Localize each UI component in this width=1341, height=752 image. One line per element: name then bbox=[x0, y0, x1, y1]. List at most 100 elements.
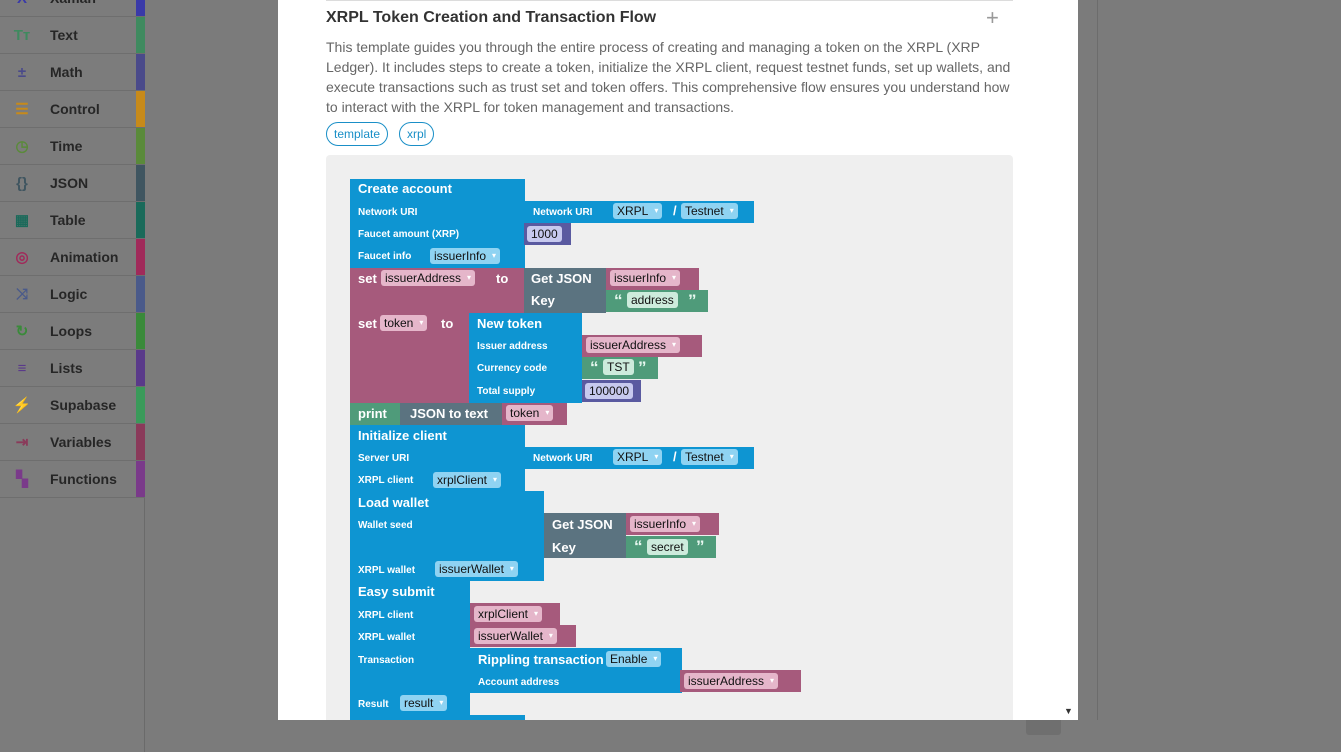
server-network-uri-label: Network URI bbox=[533, 453, 593, 464]
total-supply-value[interactable]: 100000 bbox=[585, 383, 634, 399]
sidebar-item-xaman[interactable]: X Xaman bbox=[0, 0, 145, 17]
chevron-down-icon: ▾ bbox=[419, 318, 424, 327]
block-preview-canvas: Create account Network URI Faucet amount… bbox=[326, 155, 1013, 720]
network-dropdown[interactable]: XRPL ▾ bbox=[613, 203, 663, 219]
sidebar-item-logic[interactable]: ⤨ Logic bbox=[0, 276, 145, 313]
issuer-address-get-dropdown[interactable]: issuerAddress ▾ bbox=[586, 337, 681, 353]
result-label: Result bbox=[358, 699, 389, 710]
server-network-slash: / bbox=[673, 449, 677, 464]
easy-submit-label: Easy submit bbox=[358, 584, 435, 599]
rippling-enable-dropdown[interactable]: Enable ▾ bbox=[606, 651, 662, 667]
sidebar-item-label: Math bbox=[50, 64, 83, 80]
next-block-partial[interactable] bbox=[350, 715, 525, 720]
xrpl-wallet-label: XRPL wallet bbox=[358, 565, 416, 576]
network-uri-inner-label: Network URI bbox=[533, 207, 593, 218]
account-address-dropdown[interactable]: issuerAddress ▾ bbox=[684, 673, 779, 689]
tag-xrpl[interactable]: xrpl bbox=[399, 122, 435, 146]
faucet-info-variable-value: issuerInfo bbox=[434, 249, 487, 263]
scroll-down-arrow-icon[interactable]: ▼ bbox=[1064, 706, 1073, 716]
tag-template[interactable]: template bbox=[326, 122, 389, 146]
sidebar-item-math[interactable]: ± Math bbox=[0, 54, 145, 91]
sidebar-item-time[interactable]: ◷ Time bbox=[0, 128, 145, 165]
net-type-dropdown[interactable]: Testnet ▾ bbox=[681, 203, 738, 219]
issuer-info-variable-dropdown[interactable]: issuerInfo ▾ bbox=[610, 270, 681, 286]
sidebar-item-table[interactable]: ▦ Table bbox=[0, 202, 145, 239]
token-get-value: token bbox=[510, 406, 540, 420]
chevron-down-icon: ▾ bbox=[672, 340, 677, 349]
tst-string-value[interactable]: TST bbox=[603, 359, 634, 375]
sidebar-item-control[interactable]: ☰ Control bbox=[0, 91, 145, 128]
math-icon: ± bbox=[17, 63, 27, 81]
set-token-label: set bbox=[358, 316, 377, 331]
issuer-address-param-label: Issuer address bbox=[477, 341, 548, 352]
category-color-strip bbox=[136, 276, 145, 312]
token-get-dropdown[interactable]: token ▾ bbox=[506, 405, 554, 421]
xrpl-client-variable-dropdown[interactable]: xrplClient ▾ bbox=[433, 472, 502, 488]
faucet-info-variable-dropdown[interactable]: issuerInfo ▾ bbox=[430, 248, 501, 264]
server-uri-label: Server URI bbox=[358, 453, 410, 464]
set-label: set bbox=[358, 271, 377, 286]
supabase-bolt-icon: ⚡ bbox=[12, 397, 32, 414]
category-color-strip bbox=[136, 91, 145, 127]
server-net-type-value: Testnet bbox=[685, 450, 724, 464]
sidebar-item-animation[interactable]: ◎ Animation bbox=[0, 239, 145, 276]
issuer-address-variable-dropdown[interactable]: issuerAddress ▾ bbox=[381, 270, 476, 286]
sidebar-item-label: Xaman bbox=[50, 0, 96, 6]
chevron-down-icon: ▾ bbox=[534, 609, 539, 618]
sidebar-item-label: Table bbox=[50, 212, 86, 228]
table-icon: ▦ bbox=[14, 212, 30, 229]
clock-icon: ◷ bbox=[15, 138, 29, 155]
faucet-amount-value[interactable]: 1000 bbox=[527, 226, 562, 242]
sidebar-item-variables[interactable]: ⇥ Variables bbox=[0, 424, 145, 461]
open-quote: “ bbox=[614, 291, 623, 310]
category-color-strip bbox=[136, 387, 145, 423]
toolbox-sidebar: X Xaman Tт Text ± Math ☰ Control ◷ Time {} JSON ▦ Tab… bbox=[0, 0, 145, 752]
category-color-strip bbox=[136, 424, 145, 460]
template-title: XRPL Token Creation and Transaction Flow bbox=[326, 9, 657, 26]
transaction-label: Transaction bbox=[358, 655, 415, 666]
submit-client-dropdown[interactable]: xrplClient ▾ bbox=[474, 606, 543, 622]
net-type-value: Testnet bbox=[685, 204, 724, 218]
chevron-down-icon: ▾ bbox=[548, 631, 553, 640]
sidebar-item-text[interactable]: Tт Text bbox=[0, 17, 145, 54]
chevron-down-icon: ▾ bbox=[467, 273, 472, 282]
chevron-down-icon: ▾ bbox=[493, 475, 498, 484]
wallet-key-label: Key bbox=[552, 540, 576, 555]
key-label: Key bbox=[531, 293, 555, 308]
issuer-wallet-variable-dropdown[interactable]: issuerWallet ▾ bbox=[435, 561, 518, 577]
add-template-icon[interactable]: + bbox=[986, 7, 999, 29]
variables-icon: ⇥ bbox=[15, 434, 29, 451]
sidebar-item-json[interactable]: {} JSON bbox=[0, 165, 145, 202]
sidebar-item-label: Functions bbox=[50, 471, 117, 487]
wallet-issuer-info-dropdown[interactable]: issuerInfo ▾ bbox=[630, 516, 701, 532]
chevron-down-icon: ▾ bbox=[770, 676, 775, 685]
sidebar-item-supabase[interactable]: ⚡ Supabase bbox=[0, 387, 145, 424]
xrpl-client-variable-value: xrplClient bbox=[437, 473, 488, 487]
chevron-down-icon: ▾ bbox=[653, 654, 658, 663]
chevron-down-icon: ▾ bbox=[654, 452, 659, 461]
sidebar-item-label: JSON bbox=[50, 175, 89, 191]
sidebar-item-functions[interactable]: ▚ Functions bbox=[0, 461, 145, 498]
secret-string-value[interactable]: secret bbox=[647, 539, 688, 555]
result-variable-dropdown[interactable]: result ▾ bbox=[400, 695, 448, 711]
faucet-info-label: Faucet info bbox=[358, 251, 412, 262]
chevron-down-icon: ▾ bbox=[439, 698, 444, 707]
submit-wallet-dropdown[interactable]: issuerWallet ▾ bbox=[474, 628, 557, 644]
submit-client-value: xrplClient bbox=[478, 607, 529, 621]
close-quote-secret: ” bbox=[696, 537, 705, 556]
address-string-value[interactable]: address bbox=[627, 292, 678, 308]
server-net-type-dropdown[interactable]: Testnet ▾ bbox=[681, 449, 738, 465]
rippling-transaction-label: Rippling transaction bbox=[478, 652, 604, 667]
account-address-label: Account address bbox=[478, 677, 560, 688]
server-network-value: XRPL bbox=[617, 450, 649, 464]
sidebar-item-label: Text bbox=[50, 27, 78, 43]
sidebar-item-lists[interactable]: ≡ Lists bbox=[0, 350, 145, 387]
token-variable-dropdown[interactable]: token ▾ bbox=[380, 315, 428, 331]
server-network-dropdown[interactable]: XRPL ▾ bbox=[613, 449, 663, 465]
animation-icon: ◎ bbox=[15, 249, 29, 266]
workspace-tab-button[interactable] bbox=[1026, 718, 1061, 735]
sidebar-item-label: Loops bbox=[50, 323, 92, 339]
sidebar-item-label: Lists bbox=[50, 360, 83, 376]
sidebar-item-loops[interactable]: ↻ Loops bbox=[0, 313, 145, 350]
sidebar-item-label: Variables bbox=[50, 434, 112, 450]
